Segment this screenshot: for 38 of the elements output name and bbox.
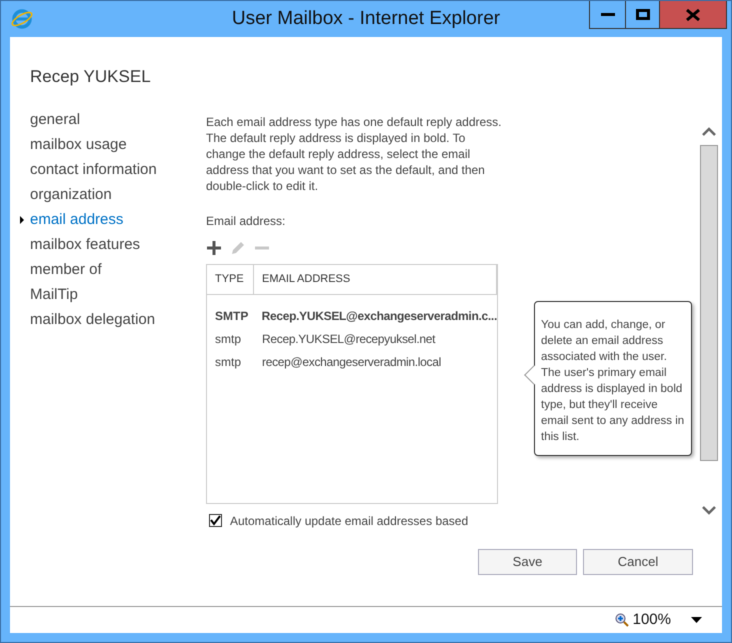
add-icon[interactable] xyxy=(206,240,222,256)
nav-link[interactable]: MailTip xyxy=(30,282,206,306)
table-cell-text: SMTP xyxy=(214,308,250,325)
nav-link[interactable]: mailbox delegation xyxy=(30,306,206,332)
instructions-text: Each email address type has one default reply address. The default reply address is displayed in bold. To change the default reply address, select the email address that you want to set as the default, and then double-click to edit it. xyxy=(206,114,503,194)
column-header[interactable]: TYPE xyxy=(207,264,254,294)
table-cell-text: recep@exchangeserveradmin.local xyxy=(261,354,441,371)
scroll-down-icon[interactable] xyxy=(702,505,716,515)
checkbox[interactable] xyxy=(209,514,222,527)
table-cell-text: Recep.YUKSEL@recepyuksel.net xyxy=(261,331,436,348)
close-icon xyxy=(686,8,700,20)
tooltip-text: You can add, change, or delete an email address associated with the user. The user's primary email address is displayed in bold type, but they'll receive email sent to any address in this list. xyxy=(541,318,685,445)
dialog-button[interactable]: Save xyxy=(478,549,577,575)
nav-link[interactable]: contact information xyxy=(30,156,206,182)
selected-marker-icon xyxy=(20,216,24,224)
browser-logo-icon xyxy=(11,8,33,30)
nav-link[interactable]: organization xyxy=(30,182,206,206)
scroll-up-icon[interactable] xyxy=(702,127,716,137)
close-button[interactable] xyxy=(660,1,727,29)
checkbox-label: Automatically update email addresses based xyxy=(230,512,468,530)
nav-link[interactable]: email address xyxy=(30,206,206,232)
dropdown-arrow-icon[interactable] xyxy=(691,617,702,623)
column-header[interactable]: EMAIL ADDRESS xyxy=(254,264,497,294)
window-title: User Mailbox - Internet Explorer xyxy=(230,6,502,31)
nav-link[interactable]: general xyxy=(30,106,206,132)
nav-link[interactable]: mailbox features xyxy=(30,232,206,256)
table-cell-text: smtp xyxy=(214,331,242,348)
page-title: Recep YUKSEL xyxy=(30,66,152,88)
table-cell-text: Recep.YUKSEL@exchangeserveradmin.c... xyxy=(260,308,497,325)
table-cell-text: smtp xyxy=(214,354,242,371)
dialog-button[interactable]: Cancel xyxy=(583,549,693,575)
nav-link[interactable]: member of xyxy=(30,256,206,282)
zoom-icon[interactable] xyxy=(614,613,629,627)
nav-link[interactable]: mailbox usage xyxy=(30,132,206,156)
minimize-button[interactable] xyxy=(589,1,626,29)
list-label: Email address: xyxy=(206,212,286,230)
zoom-level[interactable]: 100% xyxy=(632,608,671,632)
scroll-thumb[interactable] xyxy=(700,145,718,461)
